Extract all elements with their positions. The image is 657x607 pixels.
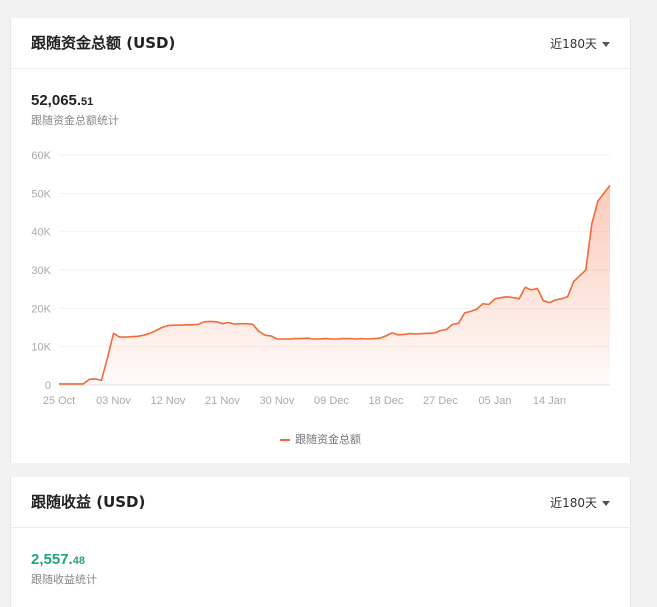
x-tick-label: 03 Nov [96,395,131,407]
card-header: 跟随收益 (USD) 近180天 [11,477,630,528]
y-tick-label: 50K [31,188,51,200]
x-tick-label: 18 Dec [369,395,404,407]
x-tick-label: 21 Nov [205,395,240,407]
x-tick-label: 12 Nov [151,395,186,407]
series-area [59,185,610,385]
x-tick-label: 25 Oct [43,395,75,407]
x-tick-label: 05 Jan [478,395,511,407]
x-tick-label: 09 Dec [314,395,349,407]
profit-decimal: 48 [72,555,85,567]
chart-legend[interactable]: 跟随资金总额 [11,431,630,447]
fund-profit-card: 跟随收益 (USD) 近180天 2,557.48 跟随收益统计 [10,477,631,607]
y-tick-label: 10K [31,342,51,354]
y-tick-label: 0 [45,380,51,392]
fund-total-card: 跟随资金总额 (USD) 近180天 52,065.51 跟随资金总额统计 01… [10,18,631,463]
legend-label: 跟随资金总额 [295,433,361,446]
x-tick-label: 27 Dec [423,395,458,407]
caret-down-icon [602,501,610,506]
range-dropdown[interactable]: 近180天 [550,494,610,511]
card-title: 跟随收益 (USD) [31,493,146,511]
x-tick-label: 14 Jan [533,395,566,407]
y-tick-label: 20K [31,303,51,315]
profit-value: 2,557.48 [31,551,85,568]
range-label: 近180天 [550,496,597,510]
stat-label: 跟随收益统计 [31,573,97,586]
y-tick-label: 40K [31,227,51,239]
y-tick-label: 60K [31,150,51,162]
x-tick-label: 30 Nov [260,395,295,407]
y-tick-label: 30K [31,265,51,277]
profit-int: 2,557. [31,551,73,568]
fund-total-chart: 0 10K 20K 30K 40K 50K 60K 25 Oct 03 Nov 12 Nov 21 … [31,150,611,407]
legend-line-icon [280,439,290,441]
